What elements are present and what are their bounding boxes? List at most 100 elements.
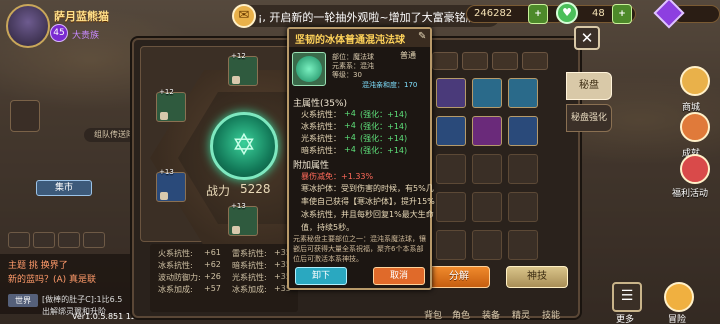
slot-level: +13 [159, 168, 174, 176]
stamina-amount: 48 [592, 8, 605, 19]
inventory-slot[interactable] [508, 230, 538, 260]
close-button[interactable]: ✕ [574, 26, 600, 50]
filter-button[interactable] [462, 52, 488, 70]
stat-label: 暗系抗性: [232, 261, 267, 270]
power-value: 5228 [240, 182, 271, 196]
item-level: 等级：30 [332, 71, 362, 79]
chat-message: 主题 挑 换界了 [8, 261, 68, 271]
lock-icon [232, 76, 240, 84]
adventure-label: 冒险 [668, 315, 687, 324]
gift-icon[interactable] [680, 154, 710, 184]
sub-attr-value: 暴伤减免：+1.33% [301, 172, 374, 181]
chat-tab[interactable] [33, 232, 55, 248]
main-attr-name: 火系抗性： [301, 110, 341, 119]
inventory-slot[interactable] [472, 192, 502, 222]
edit-icon[interactable]: ✎ [418, 31, 426, 42]
filter-button[interactable] [432, 52, 458, 70]
main-attr-base: +4 [344, 121, 356, 130]
add-gold-button[interactable]: + [528, 4, 548, 24]
heart-icon: ♥ [556, 2, 578, 24]
chaos-orb-icon [296, 56, 322, 82]
main-attr-bonus: (强化：+14) [360, 146, 408, 155]
item-flavor-text: 元素秘盘主要部位之一：混沌系魔法球，镶嵌后可获得大量全系祝福，聚齐6个本系部位后… [293, 235, 426, 263]
stat-value: +62 [204, 260, 221, 269]
slot-level: +13 [231, 202, 246, 210]
more-label: 更多 [616, 315, 635, 324]
more-button[interactable]: ☰ [612, 282, 642, 312]
inventory-slot[interactable] [436, 192, 466, 222]
player-name: 萨月蓝熊猫 [54, 10, 109, 23]
stat-value: +61 [204, 248, 221, 257]
announcement-text: ¡, 开启新的一轮抽外观啦~增加了大富豪铭牌 [258, 11, 477, 24]
divine-skill-button[interactable]: 神技 [506, 266, 568, 288]
nav-bag[interactable]: 背包 [424, 308, 442, 321]
chat-message: [做棒的肚子C]:1比6.5 [42, 295, 123, 304]
lock-icon [232, 226, 240, 234]
inventory-item[interactable] [436, 116, 466, 146]
inventory-slot[interactable] [508, 154, 538, 184]
trophy-icon[interactable] [680, 112, 710, 142]
chat-message: 新的蓝吗？(A) 真是联 [8, 275, 97, 285]
sub-attr-header: 附加属性 [293, 161, 330, 171]
item-name: 坚韧的冰体普通混沌法球 [295, 35, 405, 46]
shop-label: 商城 [682, 103, 701, 113]
skill-description: 寒冰护体：受到伤害的时候，有5%几率使自己获得【寒冰护体】，提升15%冰系抗性，… [301, 184, 435, 232]
stat-label: 雷系抗性: [232, 249, 267, 258]
inventory-slot[interactable] [436, 230, 466, 260]
stat-label: 冰系加成: [232, 285, 267, 294]
main-attr-base: +4 [344, 145, 356, 154]
tab-secret-disk[interactable]: 秘盘 [566, 72, 612, 100]
add-stamina-button[interactable]: + [612, 4, 632, 24]
stat-label: 冰系加成: [158, 285, 193, 294]
main-attr-bonus: (强化：+14) [360, 134, 408, 143]
stat-value: +26 [204, 272, 221, 281]
main-attr-name: 暗系抗性： [301, 146, 341, 155]
main-attr-bonus: (强化：+14) [360, 110, 408, 119]
nav-skill[interactable]: 技能 [542, 308, 560, 321]
inventory-item[interactable] [472, 116, 502, 146]
chat-tab[interactable] [8, 232, 30, 248]
market-button[interactable]: 集市 [36, 180, 92, 196]
lock-icon [160, 112, 168, 120]
inventory-slot[interactable] [508, 192, 538, 222]
shop-icon[interactable] [680, 66, 710, 96]
inventory-item[interactable] [508, 116, 538, 146]
adventure-button[interactable] [664, 282, 694, 312]
inventory-item[interactable] [472, 78, 502, 108]
inventory-item[interactable] [508, 78, 538, 108]
world-channel-tag: 世界 [8, 294, 38, 307]
power-label: 战力 [206, 184, 231, 198]
star-glyph-icon: ✡ [231, 128, 257, 163]
tab-disk-enhance[interactable]: 秘盘强化 [566, 104, 612, 132]
welfare-label: 福利活动 [672, 189, 709, 199]
nav-spirit[interactable]: 精灵 [512, 308, 530, 321]
stat-label: 波动防御力: [158, 273, 201, 282]
filter-button[interactable] [522, 52, 548, 70]
nav-character[interactable]: 角色 [452, 308, 470, 321]
player-avatar[interactable] [6, 4, 50, 48]
chat-tab[interactable] [58, 232, 80, 248]
inventory-slot[interactable] [472, 230, 502, 260]
unequip-button[interactable]: 卸下 [295, 267, 347, 285]
nav-equipment[interactable]: 装备 [482, 308, 500, 321]
lock-icon [160, 192, 168, 200]
buff-icon[interactable] [10, 100, 40, 132]
chat-tab[interactable] [83, 232, 105, 248]
filter-button[interactable] [492, 52, 518, 70]
player-level-badge: 45 [50, 24, 68, 42]
slot-level: +12 [159, 88, 174, 96]
inventory-item[interactable] [436, 78, 466, 108]
chat-tabs [8, 232, 128, 250]
gold-amount: 246282 [474, 8, 513, 19]
main-attr-base: +4 [344, 133, 356, 142]
main-attr-bonus: (强化：+14) [360, 122, 408, 131]
inventory-slot[interactable] [472, 154, 502, 184]
main-attr-name: 光系抗性： [301, 134, 341, 143]
stat-label: 冰系抗性: [158, 261, 193, 270]
slot-level: +12 [231, 52, 246, 60]
decompose-button[interactable]: 分解 [428, 266, 490, 288]
stat-value: +57 [204, 284, 221, 293]
cancel-button[interactable]: 取消 [373, 267, 425, 285]
inventory-slot[interactable] [436, 154, 466, 184]
stat-label: 火系抗性: [158, 249, 193, 258]
